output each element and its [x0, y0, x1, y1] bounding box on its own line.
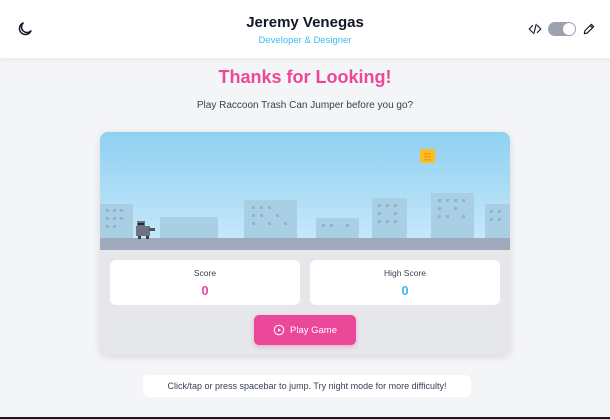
header-actions [528, 20, 596, 38]
play-game-label: Play Game [290, 324, 337, 336]
brand: Jeremy Venegas Developer & Designer [0, 14, 610, 46]
score-panel: Score 0 [110, 260, 300, 305]
high-score-value: 0 [401, 283, 409, 298]
toggle-knob [563, 23, 575, 35]
score-value: 0 [201, 283, 209, 298]
code-view-toggle[interactable] [548, 22, 576, 36]
play-game-button[interactable]: Play Game [254, 315, 356, 345]
trash-can-icon [420, 149, 435, 163]
page-subtitle: Play Raccoon Trash Can Jumper before you… [196, 100, 414, 111]
ground [100, 238, 510, 250]
game-card: Score 0 High Score 0 Play Game [100, 132, 510, 355]
high-score-panel: High Score 0 [310, 260, 500, 305]
score-label: Score [193, 268, 217, 278]
game-instructions: Click/tap or press spacebar to jump. Try… [143, 375, 471, 397]
high-score-label: High Score [383, 268, 427, 278]
pencil-icon[interactable] [582, 22, 596, 36]
site-header: Jeremy Venegas Developer & Designer [0, 0, 610, 58]
site-owner-name[interactable]: Jeremy Venegas [0, 14, 610, 31]
code-icon[interactable] [528, 22, 542, 36]
game-canvas[interactable] [100, 132, 510, 250]
play-circle-icon [273, 324, 285, 336]
page-title: Thanks for Looking! [218, 67, 392, 87]
site-owner-role: Developer & Designer [258, 35, 352, 46]
